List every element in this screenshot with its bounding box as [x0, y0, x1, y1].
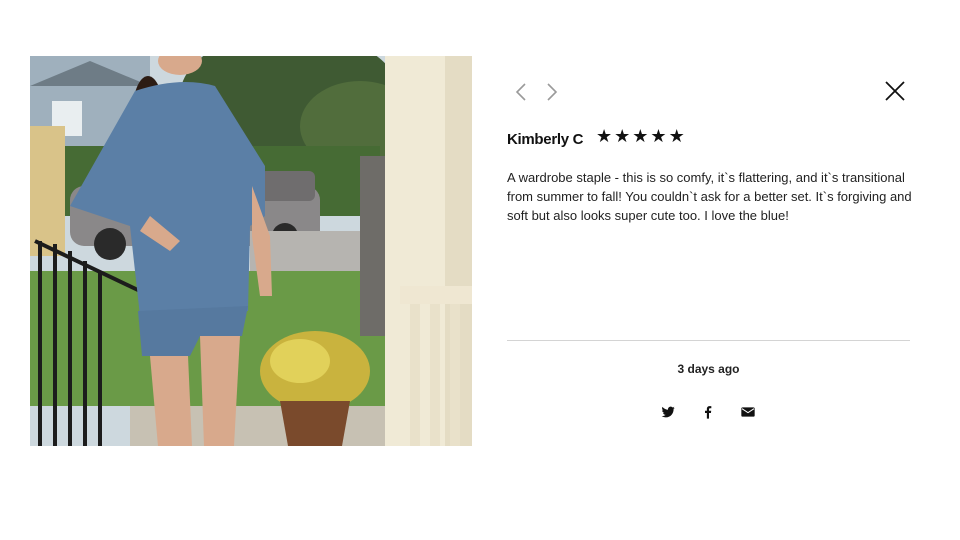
star-icon: ★ — [596, 126, 613, 147]
star-rating: ★ ★ ★ ★ ★ — [596, 127, 685, 147]
close-button[interactable] — [882, 78, 908, 104]
close-icon — [885, 81, 905, 101]
twitter-icon — [661, 406, 675, 418]
email-icon — [741, 407, 755, 417]
next-review-button[interactable] — [539, 80, 563, 104]
review-body: A wardrobe staple - this is so comfy, it… — [507, 170, 912, 223]
share-twitter-button[interactable] — [660, 404, 676, 420]
share-facebook-button[interactable] — [700, 404, 716, 420]
chevron-left-icon — [515, 83, 526, 101]
chevron-right-icon — [547, 83, 558, 101]
star-icon: ★ — [632, 126, 649, 147]
star-icon: ★ — [650, 126, 667, 147]
previous-review-button[interactable] — [510, 80, 534, 104]
share-email-button[interactable] — [740, 404, 756, 420]
star-icon: ★ — [668, 126, 685, 147]
divider — [507, 340, 910, 341]
reviewer-name: Kimberly C — [507, 131, 584, 148]
facebook-icon — [705, 406, 712, 419]
review-timestamp: 3 days ago — [677, 362, 740, 376]
review-photo-illustration — [30, 56, 472, 446]
review-photo — [30, 56, 472, 446]
star-icon: ★ — [614, 126, 631, 147]
share-links — [660, 404, 756, 420]
